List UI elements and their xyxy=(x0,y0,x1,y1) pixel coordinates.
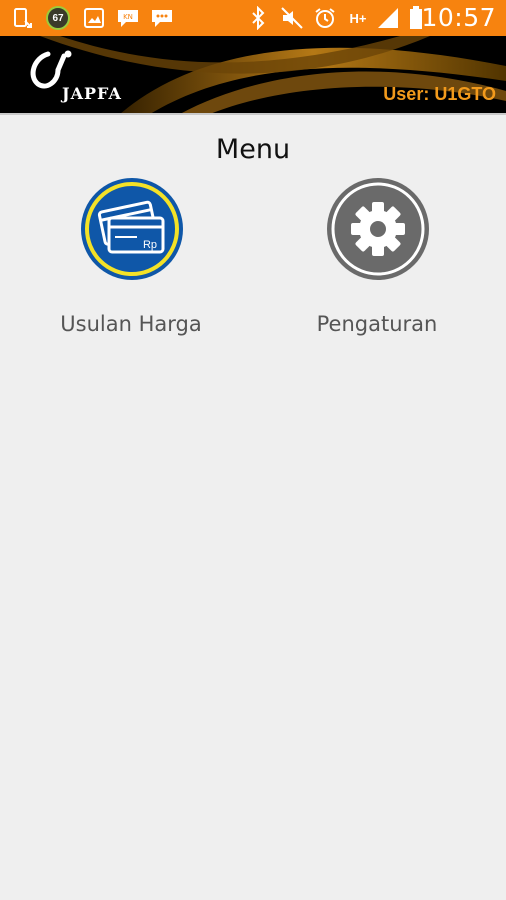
page-title: Menu xyxy=(215,134,291,165)
status-bar: 67 KN H+ 10:57 xyxy=(0,0,506,36)
badge-value: 67 xyxy=(52,12,64,24)
mute-icon xyxy=(280,6,304,30)
menu-label-usulan-harga: Usulan Harga xyxy=(60,312,202,336)
gear-icon[interactable] xyxy=(325,176,431,282)
battery-67-icon: 67 xyxy=(46,6,70,30)
network-label: H+ xyxy=(349,10,367,26)
header-divider xyxy=(0,113,506,115)
menu-item-usulan-harga[interactable]: Rp Usulan Harga xyxy=(31,176,231,346)
brand-name: JAPFA xyxy=(62,84,122,103)
message-icon xyxy=(150,6,174,30)
bluetooth-icon xyxy=(246,6,270,30)
app-header: JAPFA User: U1GTO xyxy=(0,36,506,114)
phone-icon xyxy=(10,6,34,30)
network-h-plus-icon: H+ xyxy=(346,6,370,30)
menu-label-pengaturan: Pengaturan xyxy=(316,312,438,336)
signal-icon xyxy=(376,6,400,30)
svg-text:KN: KN xyxy=(123,13,133,21)
price-card-icon[interactable]: Rp xyxy=(79,176,185,282)
rupiah-label: Rp xyxy=(143,239,157,251)
alarm-icon xyxy=(313,6,337,30)
user-label: User: U1GTO xyxy=(383,84,496,104)
chat-icon: KN xyxy=(116,6,140,30)
status-time: 10:57 xyxy=(421,3,496,32)
image-icon xyxy=(82,6,106,30)
menu-item-pengaturan[interactable]: Pengaturan xyxy=(277,176,477,346)
